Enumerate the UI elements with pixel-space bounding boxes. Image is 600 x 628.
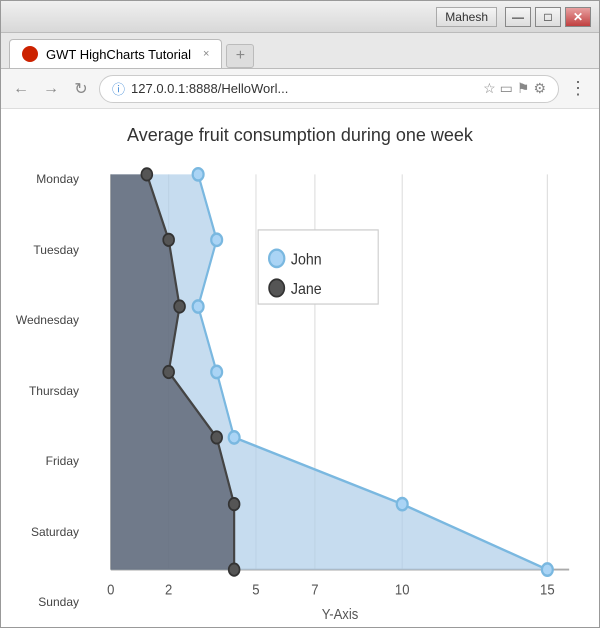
y-label-saturday: Saturday: [9, 525, 79, 539]
john-dot-tuesday: [211, 234, 222, 246]
new-tab-button[interactable]: +: [226, 44, 254, 68]
back-button[interactable]: ←: [9, 77, 33, 101]
x-label-10: 10: [395, 581, 410, 598]
legend-jane-icon: [269, 279, 284, 296]
john-dot-thursday: [211, 366, 222, 378]
john-dot-monday: [193, 168, 204, 180]
browser-window: Mahesh — □ ✕ GWT HighCharts Tutorial × +…: [0, 0, 600, 628]
chart-area: Monday Tuesday Wednesday Thursday Friday…: [9, 162, 591, 619]
window-controls: — □ ✕: [505, 7, 591, 27]
maximize-button[interactable]: □: [535, 7, 561, 27]
chrome-menu-button[interactable]: ⋮: [565, 78, 591, 99]
y-label-sunday: Sunday: [9, 595, 79, 609]
x-label-5: 5: [252, 581, 259, 598]
x-label-7: 7: [311, 581, 318, 598]
chart-svg-container: 0 2 5 7 10 15 Y-Axis John Jane: [89, 162, 591, 619]
y-label-friday: Friday: [9, 454, 79, 468]
active-tab[interactable]: GWT HighCharts Tutorial ×: [9, 39, 222, 68]
address-bar: ← → ↻ ⓘ 127.0.0.1:8888/HelloWorl... ☆ ▭ …: [1, 69, 599, 109]
jane-dot-thursday: [163, 366, 174, 378]
close-button[interactable]: ✕: [565, 7, 591, 27]
y-label-tuesday: Tuesday: [9, 243, 79, 257]
forward-button[interactable]: →: [39, 77, 63, 101]
url-text: 127.0.0.1:8888/HelloWorl...: [131, 81, 477, 96]
chart-title: Average fruit consumption during one wee…: [9, 125, 591, 146]
legend-john-label: John: [291, 251, 322, 269]
y-axis-labels: Monday Tuesday Wednesday Thursday Friday…: [9, 162, 89, 619]
y-label-monday: Monday: [9, 172, 79, 186]
jane-dot-wednesday: [174, 300, 185, 312]
address-input[interactable]: ⓘ 127.0.0.1:8888/HelloWorl... ☆ ▭ ⚑ ⚙: [99, 75, 559, 103]
john-dot-sunday: [542, 563, 553, 575]
jane-dot-tuesday: [163, 234, 174, 246]
jane-dot-saturday: [229, 498, 240, 510]
settings-icon[interactable]: ⚙: [533, 80, 546, 97]
title-bar: Mahesh — □ ✕: [1, 1, 599, 33]
jane-dot-monday: [141, 168, 152, 180]
x-label-2: 2: [165, 581, 172, 598]
address-icons: ☆ ▭ ⚑ ⚙: [483, 80, 546, 97]
legend-jane-label: Jane: [291, 280, 322, 298]
john-dot-saturday: [397, 498, 408, 510]
flag-icon[interactable]: ⚑: [517, 80, 530, 97]
john-dot-wednesday: [193, 300, 204, 312]
y-label-thursday: Thursday: [9, 384, 79, 398]
refresh-button[interactable]: ↻: [69, 77, 93, 101]
y-axis-title: Y-Axis: [322, 605, 359, 619]
bookmark-icon[interactable]: ☆: [483, 80, 496, 97]
x-label-15: 15: [540, 581, 555, 598]
tab-close-button[interactable]: ×: [203, 48, 209, 60]
minimize-button[interactable]: —: [505, 7, 531, 27]
legend-john-icon: [269, 250, 284, 267]
tab-favicon: [22, 46, 38, 62]
chart-container: Average fruit consumption during one wee…: [1, 109, 599, 627]
jane-dot-friday: [211, 431, 222, 443]
tab-title: GWT HighCharts Tutorial: [46, 47, 191, 62]
user-label: Mahesh: [436, 7, 497, 27]
x-label-0: 0: [107, 581, 114, 598]
jane-dot-sunday: [229, 563, 240, 575]
john-dot-friday: [229, 431, 240, 443]
chart-svg: 0 2 5 7 10 15 Y-Axis John Jane: [89, 162, 591, 619]
tab-bar: GWT HighCharts Tutorial × +: [1, 33, 599, 69]
cast-icon[interactable]: ▭: [500, 80, 513, 97]
y-label-wednesday: Wednesday: [9, 313, 79, 327]
